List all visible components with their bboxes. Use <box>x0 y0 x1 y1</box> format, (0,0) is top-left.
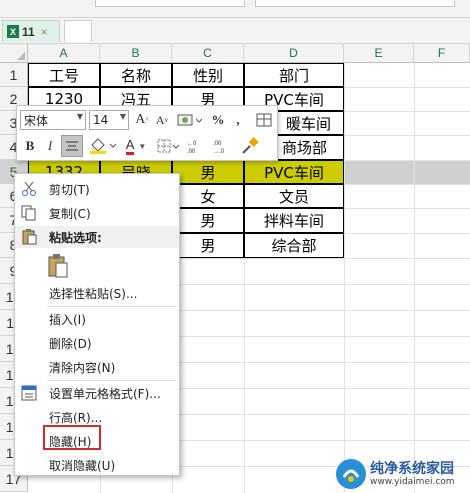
increase-decimal-button[interactable]: ←0.00 <box>185 136 209 156</box>
row-header-1[interactable]: 1 <box>0 63 28 87</box>
paste-options-header: 粘贴选项: <box>15 226 179 248</box>
border-icon <box>157 139 180 153</box>
cell-c8[interactable]: 男 <box>172 233 244 258</box>
workbook-tab[interactable]: X 11 × <box>2 20 60 42</box>
menu-item-unhide[interactable]: 取消隐藏(U) <box>15 454 179 476</box>
workbook-tab-bar: X 11 × <box>0 18 470 44</box>
decrease-decimal-icon: .00→.0 <box>213 141 225 154</box>
cell-c5[interactable]: 男 <box>172 160 244 184</box>
bold-button[interactable]: B <box>21 136 39 156</box>
format-cells-icon <box>21 385 37 401</box>
menu-item-clear-label: 清除内容(N) <box>49 360 116 375</box>
borders-button[interactable] <box>155 136 181 156</box>
menu-item-format-cells-label: 设置单元格格式(F)... <box>49 386 161 401</box>
formula-bar-area <box>0 0 470 18</box>
grow-font-label: A <box>135 112 146 127</box>
column-header-e[interactable]: E <box>344 44 414 63</box>
select-all-corner[interactable] <box>0 44 28 63</box>
workbook-tab-label: 11 <box>22 24 35 39</box>
menu-item-cut-label: 剪切(T) <box>49 182 90 197</box>
fill-color-button[interactable] <box>87 136 117 156</box>
cell-d1[interactable]: 部门 <box>244 63 344 87</box>
chevron-down-icon: ▼ <box>138 141 147 151</box>
font-name-select[interactable]: 宋体 ▼ <box>20 110 86 130</box>
paint-bucket-icon <box>90 138 116 154</box>
watermark-logo-icon <box>336 459 366 489</box>
menu-item-paste-special-label: 选择性粘贴(S)... <box>49 286 138 301</box>
new-tab-button[interactable] <box>64 20 92 42</box>
font-color-button[interactable]: A ▼ <box>121 136 151 156</box>
italic-button[interactable]: I <box>41 136 59 156</box>
menu-item-cut[interactable]: 剪切(T) <box>15 178 179 200</box>
font-size-select[interactable]: 14 ▼ <box>89 110 129 130</box>
chevron-down-icon: ▼ <box>76 112 83 121</box>
font-size-value: 14 <box>93 113 109 127</box>
cell-c6[interactable]: 女 <box>172 184 244 208</box>
column-header-a[interactable]: A <box>28 44 100 63</box>
scissors-icon <box>21 181 37 197</box>
chevron-down-icon: ▼ <box>119 112 126 121</box>
excel-icon: X <box>7 25 19 38</box>
watermark-url: www.yidaimei.com <box>370 477 455 487</box>
formula-input[interactable] <box>255 0 455 7</box>
menu-item-unhide-label: 取消隐藏(U) <box>49 458 116 473</box>
font-color-letter: A <box>125 137 135 155</box>
cell-d7[interactable]: 拌料车间 <box>244 208 344 233</box>
increase-decimal-icon: ←0.00 <box>187 141 197 154</box>
column-header-d[interactable]: D <box>244 44 344 63</box>
menu-item-insert[interactable]: 插入(I) <box>15 308 179 330</box>
accounting-icon <box>177 114 203 126</box>
copy-icon <box>21 205 37 221</box>
cell-d5[interactable]: PVC车间 <box>244 160 344 184</box>
clipboard-icon <box>21 229 37 245</box>
column-header-f[interactable]: F <box>414 44 470 63</box>
menu-item-insert-label: 插入(I) <box>49 312 86 327</box>
menu-item-format-cells[interactable]: 设置单元格格式(F)... <box>15 382 179 404</box>
menu-item-copy-label: 复制(C) <box>49 206 91 221</box>
cell-c1[interactable]: 性别 <box>172 63 244 87</box>
close-icon[interactable]: × <box>41 25 48 39</box>
menu-item-paste-special[interactable]: 选择性粘贴(S)... <box>15 282 179 304</box>
paintbrush-icon <box>242 137 259 154</box>
svg-text:←0: ←0 <box>187 141 197 147</box>
svg-text:.00: .00 <box>213 141 222 147</box>
menu-item-clear[interactable]: 清除内容(N) <box>15 356 179 378</box>
column-header-c[interactable]: C <box>172 44 244 63</box>
format-painter-button[interactable] <box>239 136 261 156</box>
paste-options-label: 粘贴选项: <box>49 230 102 245</box>
paste-clipboard-icon <box>47 253 69 282</box>
align-center-button[interactable] <box>61 135 83 157</box>
align-center-icon <box>66 141 78 151</box>
menu-item-row-height-label: 行高(R)... <box>49 410 103 425</box>
cell-d6[interactable]: 文员 <box>244 184 344 208</box>
comma-button[interactable]: , <box>229 110 247 130</box>
svg-text:→.0: →.0 <box>213 149 225 154</box>
menu-item-copy[interactable]: 复制(C) <box>15 202 179 224</box>
name-box[interactable] <box>95 0 245 7</box>
menu-item-delete-label: 删除(D) <box>49 336 92 351</box>
cell-a1[interactable]: 工号 <box>28 63 100 87</box>
decrease-decimal-button[interactable]: .00 →.0 <box>211 136 235 156</box>
shrink-font-label: A <box>155 112 165 127</box>
menu-item-delete[interactable]: 删除(D) <box>15 332 179 354</box>
cell-c7[interactable]: 男 <box>172 208 244 233</box>
paste-button[interactable] <box>15 252 179 280</box>
cell-d8[interactable]: 综合部 <box>244 233 344 258</box>
watermark-title: 纯净系统家园 <box>370 461 454 477</box>
table-grid-icon <box>256 113 272 127</box>
cell-b1[interactable]: 名称 <box>100 63 172 87</box>
svg-text:.00: .00 <box>187 149 196 154</box>
mini-toolbar: 宋体 ▼ 14 ▼ A ^ Av % , B I A ▼ ←0.00 .00 →.0 <box>16 105 278 161</box>
annotation-highlight-box <box>43 425 101 450</box>
font-name-value: 宋体 <box>24 113 49 128</box>
grow-font-button[interactable]: A ^ <box>133 110 151 130</box>
column-header-b[interactable]: B <box>100 44 172 63</box>
accounting-format-button[interactable] <box>175 110 205 130</box>
watermark: 纯净系统家园 www.yidaimei.com <box>336 456 470 492</box>
shrink-font-button[interactable]: Av <box>153 110 171 130</box>
format-painter-button[interactable] <box>253 110 275 130</box>
percent-button[interactable]: % <box>209 110 227 130</box>
